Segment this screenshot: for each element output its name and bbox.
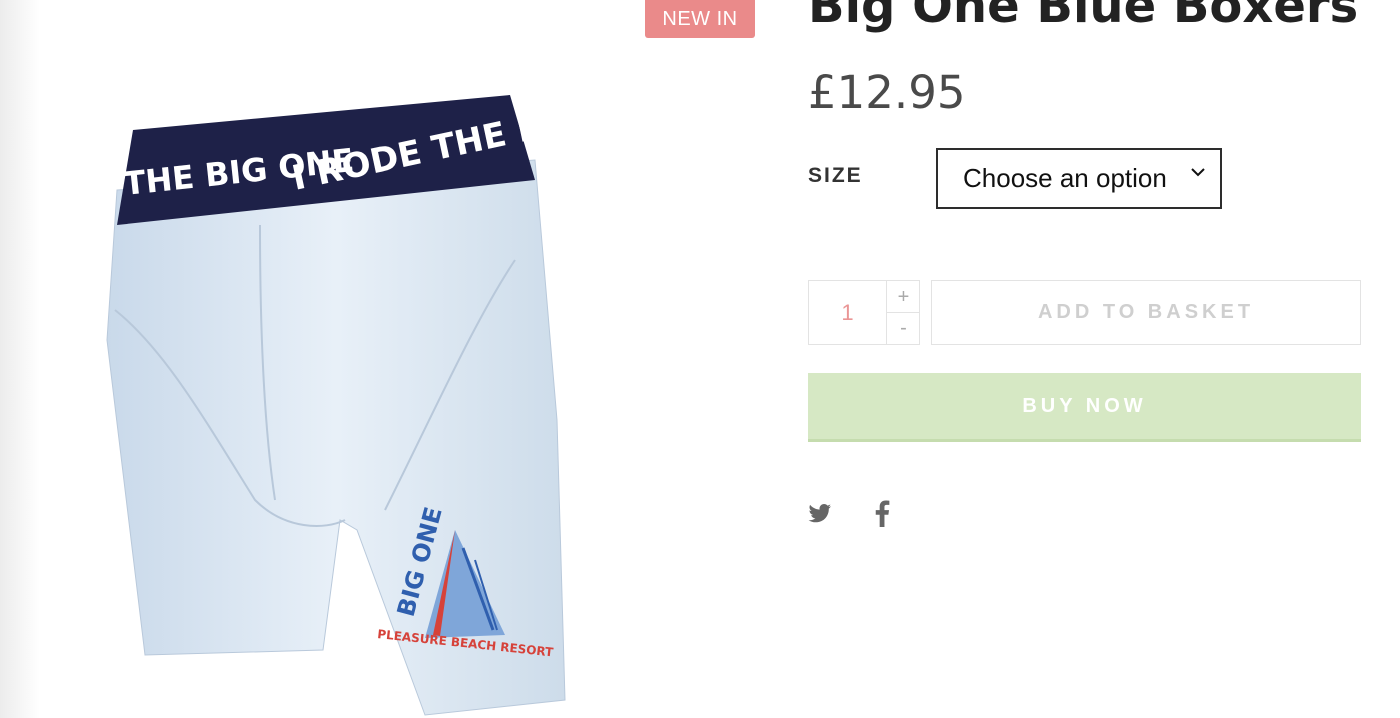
size-select[interactable]: Choose an option xyxy=(936,148,1222,209)
add-to-basket-button[interactable]: ADD TO BASKET xyxy=(931,280,1361,345)
product-image[interactable]: THE BIG ONE I RODE THE BIG BIG ONE PLEAS… xyxy=(95,90,575,718)
size-select-value: Choose an option xyxy=(963,163,1167,193)
buy-now-button[interactable]: BUY NOW xyxy=(808,373,1361,442)
stepper-divider xyxy=(886,312,920,313)
quantity-decrease-button[interactable]: - xyxy=(887,314,920,343)
twitter-icon[interactable] xyxy=(808,503,832,525)
quantity-increase-button[interactable]: + xyxy=(887,283,920,312)
product-price: £12.95 xyxy=(808,66,966,119)
quantity-input[interactable]: 1 xyxy=(809,281,886,344)
facebook-icon[interactable] xyxy=(874,500,890,527)
new-in-badge: NEW IN xyxy=(645,0,755,38)
quantity-stepper[interactable]: 1 + - xyxy=(808,280,920,345)
chevron-down-icon xyxy=(1191,168,1205,177)
product-title: Big One Blue Boxers xyxy=(808,0,1359,34)
size-label: SIZE xyxy=(808,164,863,187)
page-edge-shadow xyxy=(0,0,40,718)
